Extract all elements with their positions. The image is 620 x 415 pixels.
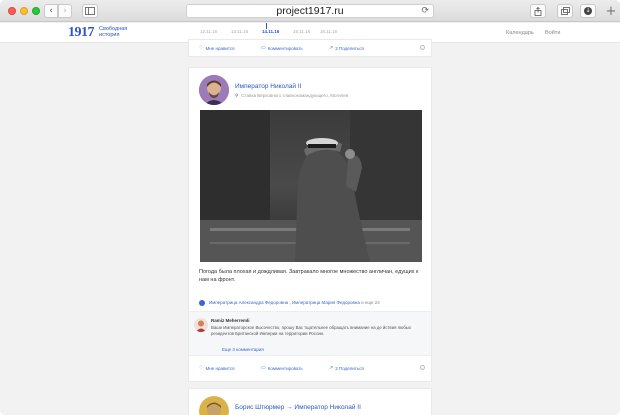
site-logo[interactable]: 1917 — [68, 25, 95, 41]
plus-icon: + — [605, 4, 617, 19]
downloads-button[interactable]: ↓ — [580, 4, 596, 18]
timeline-date-active[interactable]: 14.11.16 — [262, 29, 279, 34]
browser-window: ‹ › project1917.ru ⟳ ↓ + 1917 Свободная … — [0, 0, 620, 415]
comment-button[interactable]: ▭ Комментировать — [261, 365, 303, 371]
info-icon[interactable]: i — [420, 45, 425, 50]
like-button[interactable]: ♡ Мне нравится — [199, 365, 235, 371]
next-post-author[interactable]: Борис Штюрмер → Император Николай II — [235, 404, 361, 411]
commenter-avatar[interactable] — [194, 318, 208, 332]
post-card: Император Николай II ⚲ Ставка Верховного … — [188, 67, 432, 382]
address-bar[interactable]: project1917.ru ⟳ — [186, 4, 434, 18]
calendar-link[interactable]: Календарь — [506, 30, 534, 36]
login-link[interactable]: Войти — [545, 30, 560, 36]
browser-toolbar: ‹ › project1917.ru ⟳ ↓ + — [0, 0, 620, 22]
post-author[interactable]: Император Николай II — [235, 83, 301, 90]
info-icon[interactable]: i — [420, 365, 425, 370]
forward-button[interactable]: › — [58, 4, 72, 18]
like-count-icon — [199, 300, 205, 306]
next-author-avatar[interactable] — [199, 396, 229, 415]
previous-post-card: ♡ Мне нравится ▭ Комментировать ↗ 2 Поде… — [188, 39, 432, 57]
back-button[interactable]: ‹ — [44, 4, 58, 18]
site-logo-text: Свободная история — [99, 26, 128, 38]
next-avatar-portrait — [199, 396, 229, 415]
minimize-window-button[interactable] — [20, 7, 28, 15]
comment-section: Ramiz Meherremli Ваше Императорское Высо… — [189, 311, 431, 356]
post-photo[interactable] — [200, 110, 422, 262]
timeline-date[interactable]: 15.11.16 — [293, 29, 310, 34]
author-avatar[interactable] — [199, 75, 229, 105]
next-post-card: Борис Штюрмер → Император Николай II — [188, 388, 432, 415]
post-actions: ♡ Мне нравится ▭ Комментировать ↗ 2 Поде… — [189, 365, 433, 375]
show-tabs-button[interactable] — [557, 4, 573, 18]
post-actions: ♡ Мне нравится ▭ Комментировать ↗ 2 Поде… — [189, 45, 433, 55]
location-pin-icon: ⚲ — [235, 94, 239, 99]
comment-button[interactable]: ▭ Комментировать — [261, 45, 303, 51]
share-arrow-icon: ↗ — [329, 365, 334, 371]
heart-icon: ♡ — [199, 45, 204, 51]
comment-author[interactable]: Ramiz Meherremli — [211, 318, 250, 323]
comment-icon: ▭ — [261, 365, 266, 371]
url-text: project1917.ru — [276, 5, 344, 17]
comment-text: Ваше Императорское Высочество, прошу Вас… — [211, 325, 412, 336]
close-window-button[interactable] — [8, 7, 16, 15]
post-likes: Императрица Александра Федоровна , Импер… — [199, 300, 380, 306]
date-timeline: 12.11.16 13.11.16 14.11.16 15.11.16 16.1… — [200, 23, 337, 39]
likes-names[interactable]: Императрица Александра Федоровна , Импер… — [209, 300, 360, 305]
sidebar-icon — [85, 7, 95, 15]
like-button[interactable]: ♡ Мне нравится — [199, 45, 235, 51]
heart-icon: ♡ — [199, 365, 204, 371]
more-comments-link[interactable]: Еще 3 комментария — [222, 347, 264, 352]
avatar-portrait — [199, 75, 229, 105]
photo-image — [200, 110, 422, 262]
post-text: Погода была плохая и дождливая. Завтрака… — [199, 269, 419, 283]
share-post-button[interactable]: ↗ 2 Поделиться — [329, 365, 364, 371]
new-tab-button[interactable]: + — [604, 4, 618, 20]
tabs-icon — [560, 7, 570, 15]
share-post-button[interactable]: ↗ 2 Поделиться — [329, 45, 364, 51]
post-location: ⚲ Ставка Верховного главнокомандующего, М… — [235, 93, 349, 99]
zoom-window-button[interactable] — [32, 7, 40, 15]
likes-more[interactable]: и еще 24 — [360, 300, 380, 305]
download-icon: ↓ — [584, 7, 592, 15]
chevron-right-icon: › — [63, 6, 67, 16]
share-arrow-icon: ↗ — [329, 45, 334, 51]
timeline-date[interactable]: 16.11.16 — [320, 29, 337, 34]
reload-icon[interactable]: ⟳ — [421, 5, 429, 18]
chevron-left-icon: ‹ — [49, 6, 53, 16]
comment-icon: ▭ — [261, 45, 266, 51]
share-icon — [534, 6, 542, 16]
sidebar-toggle-button[interactable] — [82, 4, 98, 18]
commenter-avatar-image — [194, 318, 208, 332]
share-button[interactable] — [530, 4, 546, 18]
timeline-date[interactable]: 12.11.16 — [200, 29, 217, 34]
timeline-date[interactable]: 13.11.16 — [231, 29, 248, 34]
